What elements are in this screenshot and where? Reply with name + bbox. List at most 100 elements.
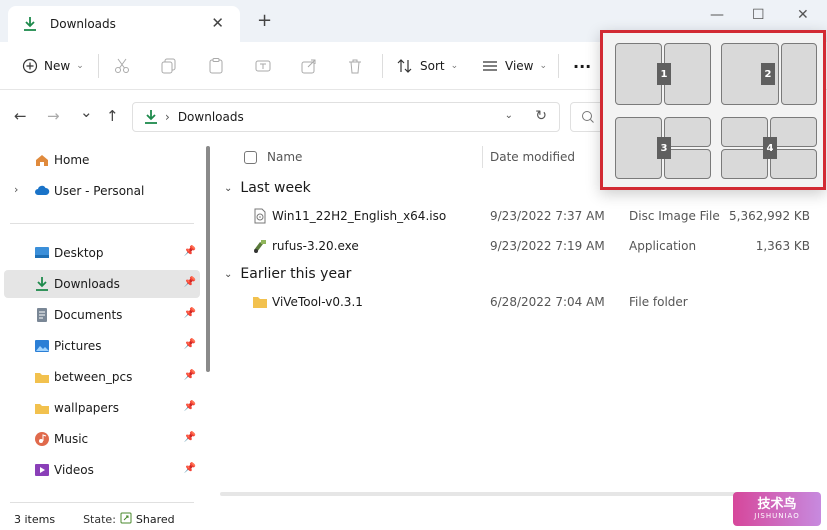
sidebar-item-downloads[interactable]: Downloads 📌	[4, 270, 200, 298]
view-button[interactable]: View ⌄	[481, 42, 547, 90]
pin-icon[interactable]: 📌	[184, 432, 196, 443]
snap-zone[interactable]	[781, 43, 817, 105]
watermark-sub: JISHUNIAO	[754, 511, 800, 520]
file-type: Application	[629, 239, 697, 253]
snap-zone[interactable]	[664, 43, 711, 105]
column-header-name[interactable]: Name	[244, 142, 302, 172]
videos-icon	[35, 464, 49, 476]
sidebar-item-pictures[interactable]: Pictures 📌	[4, 332, 200, 360]
new-label: New	[44, 59, 71, 73]
snap-zone[interactable]	[721, 117, 768, 147]
music-icon	[35, 432, 49, 446]
address-bar[interactable]: › Downloads ⌄ ↻	[132, 102, 560, 132]
back-button[interactable]: ←	[14, 108, 27, 124]
rename-icon	[255, 60, 271, 72]
sidebar-item-label: Documents	[54, 308, 123, 322]
rename-button[interactable]	[254, 42, 272, 90]
sort-icon	[397, 59, 412, 73]
sidebar-item-desktop[interactable]: Desktop 📌	[4, 239, 200, 267]
pin-icon[interactable]: 📌	[184, 463, 196, 474]
chevron-right-icon[interactable]: ›	[14, 183, 18, 196]
pin-icon[interactable]: 📌	[184, 370, 196, 381]
home-icon	[36, 155, 48, 166]
column-divider[interactable]	[482, 146, 483, 168]
sidebar-item-label: Pictures	[54, 339, 102, 353]
column-name-label: Name	[267, 150, 303, 164]
sidebar-item-videos[interactable]: Videos 📌	[4, 456, 200, 484]
forward-button[interactable]: →	[47, 108, 60, 124]
cut-button[interactable]	[113, 42, 131, 90]
copy-button[interactable]	[160, 42, 178, 90]
sidebar-item-music[interactable]: Music 📌	[4, 425, 200, 453]
chevron-down-icon: ⌄	[450, 61, 459, 71]
watermark-logo: 技术鸟 JISHUNIAO	[733, 492, 821, 526]
snap-zone[interactable]	[664, 149, 711, 179]
pin-icon[interactable]: 📌	[184, 277, 196, 288]
trash-icon	[349, 59, 361, 74]
paste-button[interactable]	[207, 42, 225, 90]
group-label: Earlier this year	[240, 266, 352, 282]
tab-title: Downloads	[50, 17, 116, 31]
refresh-icon[interactable]: ↻	[535, 108, 547, 124]
group-header-last-week[interactable]: ⌄ Last week	[224, 174, 311, 202]
file-date: 9/23/2022 7:37 AM	[490, 209, 605, 223]
tab-downloads[interactable]: Downloads ✕	[8, 6, 240, 42]
download-icon	[145, 110, 157, 124]
view-list-icon	[483, 61, 497, 71]
table-row[interactable]: rufus-3.20.exe 9/23/2022 7:19 AM Applica…	[220, 232, 827, 260]
file-size: 1,363 KB	[755, 239, 810, 253]
close-button[interactable]: ✕	[797, 8, 809, 22]
sidebar-scrollbar[interactable]	[206, 146, 210, 372]
sort-button[interactable]: Sort ⌄	[396, 42, 458, 90]
group-label: Last week	[240, 180, 311, 196]
chevron-down-icon[interactable]: ⌄	[505, 110, 513, 121]
view-label: View	[505, 59, 534, 73]
search-icon	[582, 111, 594, 123]
pin-icon[interactable]: 📌	[184, 401, 196, 412]
disc-image-file-icon	[254, 208, 266, 224]
recent-locations-button[interactable]: ⌄	[80, 104, 93, 120]
snap-zone[interactable]	[664, 117, 711, 147]
maximize-button[interactable]: ☐	[752, 8, 765, 22]
column-header-date-modified[interactable]: Date modified	[490, 142, 575, 172]
new-button[interactable]: New ⌄	[20, 42, 84, 90]
breadcrumb-downloads[interactable]: Downloads	[178, 110, 244, 124]
up-button[interactable]: ↑	[106, 108, 119, 124]
snap-zone[interactable]	[721, 149, 768, 179]
snap-zone[interactable]	[615, 117, 662, 179]
sidebar-item-user-personal[interactable]: › User - Personal	[4, 177, 200, 205]
sidebar-item-documents[interactable]: Documents 📌	[4, 301, 200, 329]
delete-button[interactable]	[346, 42, 364, 90]
file-date: 9/23/2022 7:19 AM	[490, 239, 605, 253]
folder-icon	[253, 297, 267, 308]
file-name: ViVeTool-v0.3.1	[272, 295, 363, 309]
pin-icon[interactable]: 📌	[184, 339, 196, 350]
snap-layout-two-thirds: 2	[721, 43, 817, 107]
new-tab-button[interactable]: +	[257, 12, 272, 30]
pin-icon[interactable]: 📌	[184, 246, 196, 257]
share-button[interactable]	[300, 42, 318, 90]
sidebar-item-label: Downloads	[54, 277, 120, 291]
sidebar-item-home[interactable]: Home	[4, 146, 200, 174]
status-bar: 3 items State: Shared	[0, 508, 827, 530]
snap-layout-half-quarters: 3	[615, 117, 711, 181]
table-row[interactable]: Win11_22H2_English_x64.iso 9/23/2022 7:3…	[220, 202, 827, 230]
file-type: Disc Image File	[629, 209, 720, 223]
select-all-checkbox[interactable]	[244, 150, 257, 164]
toolbar-divider	[558, 54, 559, 78]
file-name: Win11_22H2_English_x64.iso	[272, 209, 447, 223]
tab-close-button[interactable]: ✕	[211, 15, 224, 31]
sidebar-item-between-pcs[interactable]: between_pcs 📌	[4, 363, 200, 391]
horizontal-scrollbar[interactable]	[220, 492, 800, 496]
table-row[interactable]: ViVeTool-v0.3.1 6/28/2022 7:04 AM File f…	[220, 288, 827, 316]
minimize-button[interactable]: —	[710, 8, 724, 22]
onedrive-cloud-icon	[35, 185, 50, 195]
group-header-earlier-this-year[interactable]: ⌄ Earlier this year	[224, 260, 351, 288]
snap-zone[interactable]	[615, 43, 662, 105]
more-options-button[interactable]: ···	[573, 42, 591, 90]
sidebar-item-wallpapers[interactable]: wallpapers 📌	[4, 394, 200, 422]
snap-zone[interactable]	[770, 149, 817, 179]
pin-icon[interactable]: 📌	[184, 308, 196, 319]
share-icon	[301, 59, 316, 74]
snap-zone[interactable]	[770, 117, 817, 147]
